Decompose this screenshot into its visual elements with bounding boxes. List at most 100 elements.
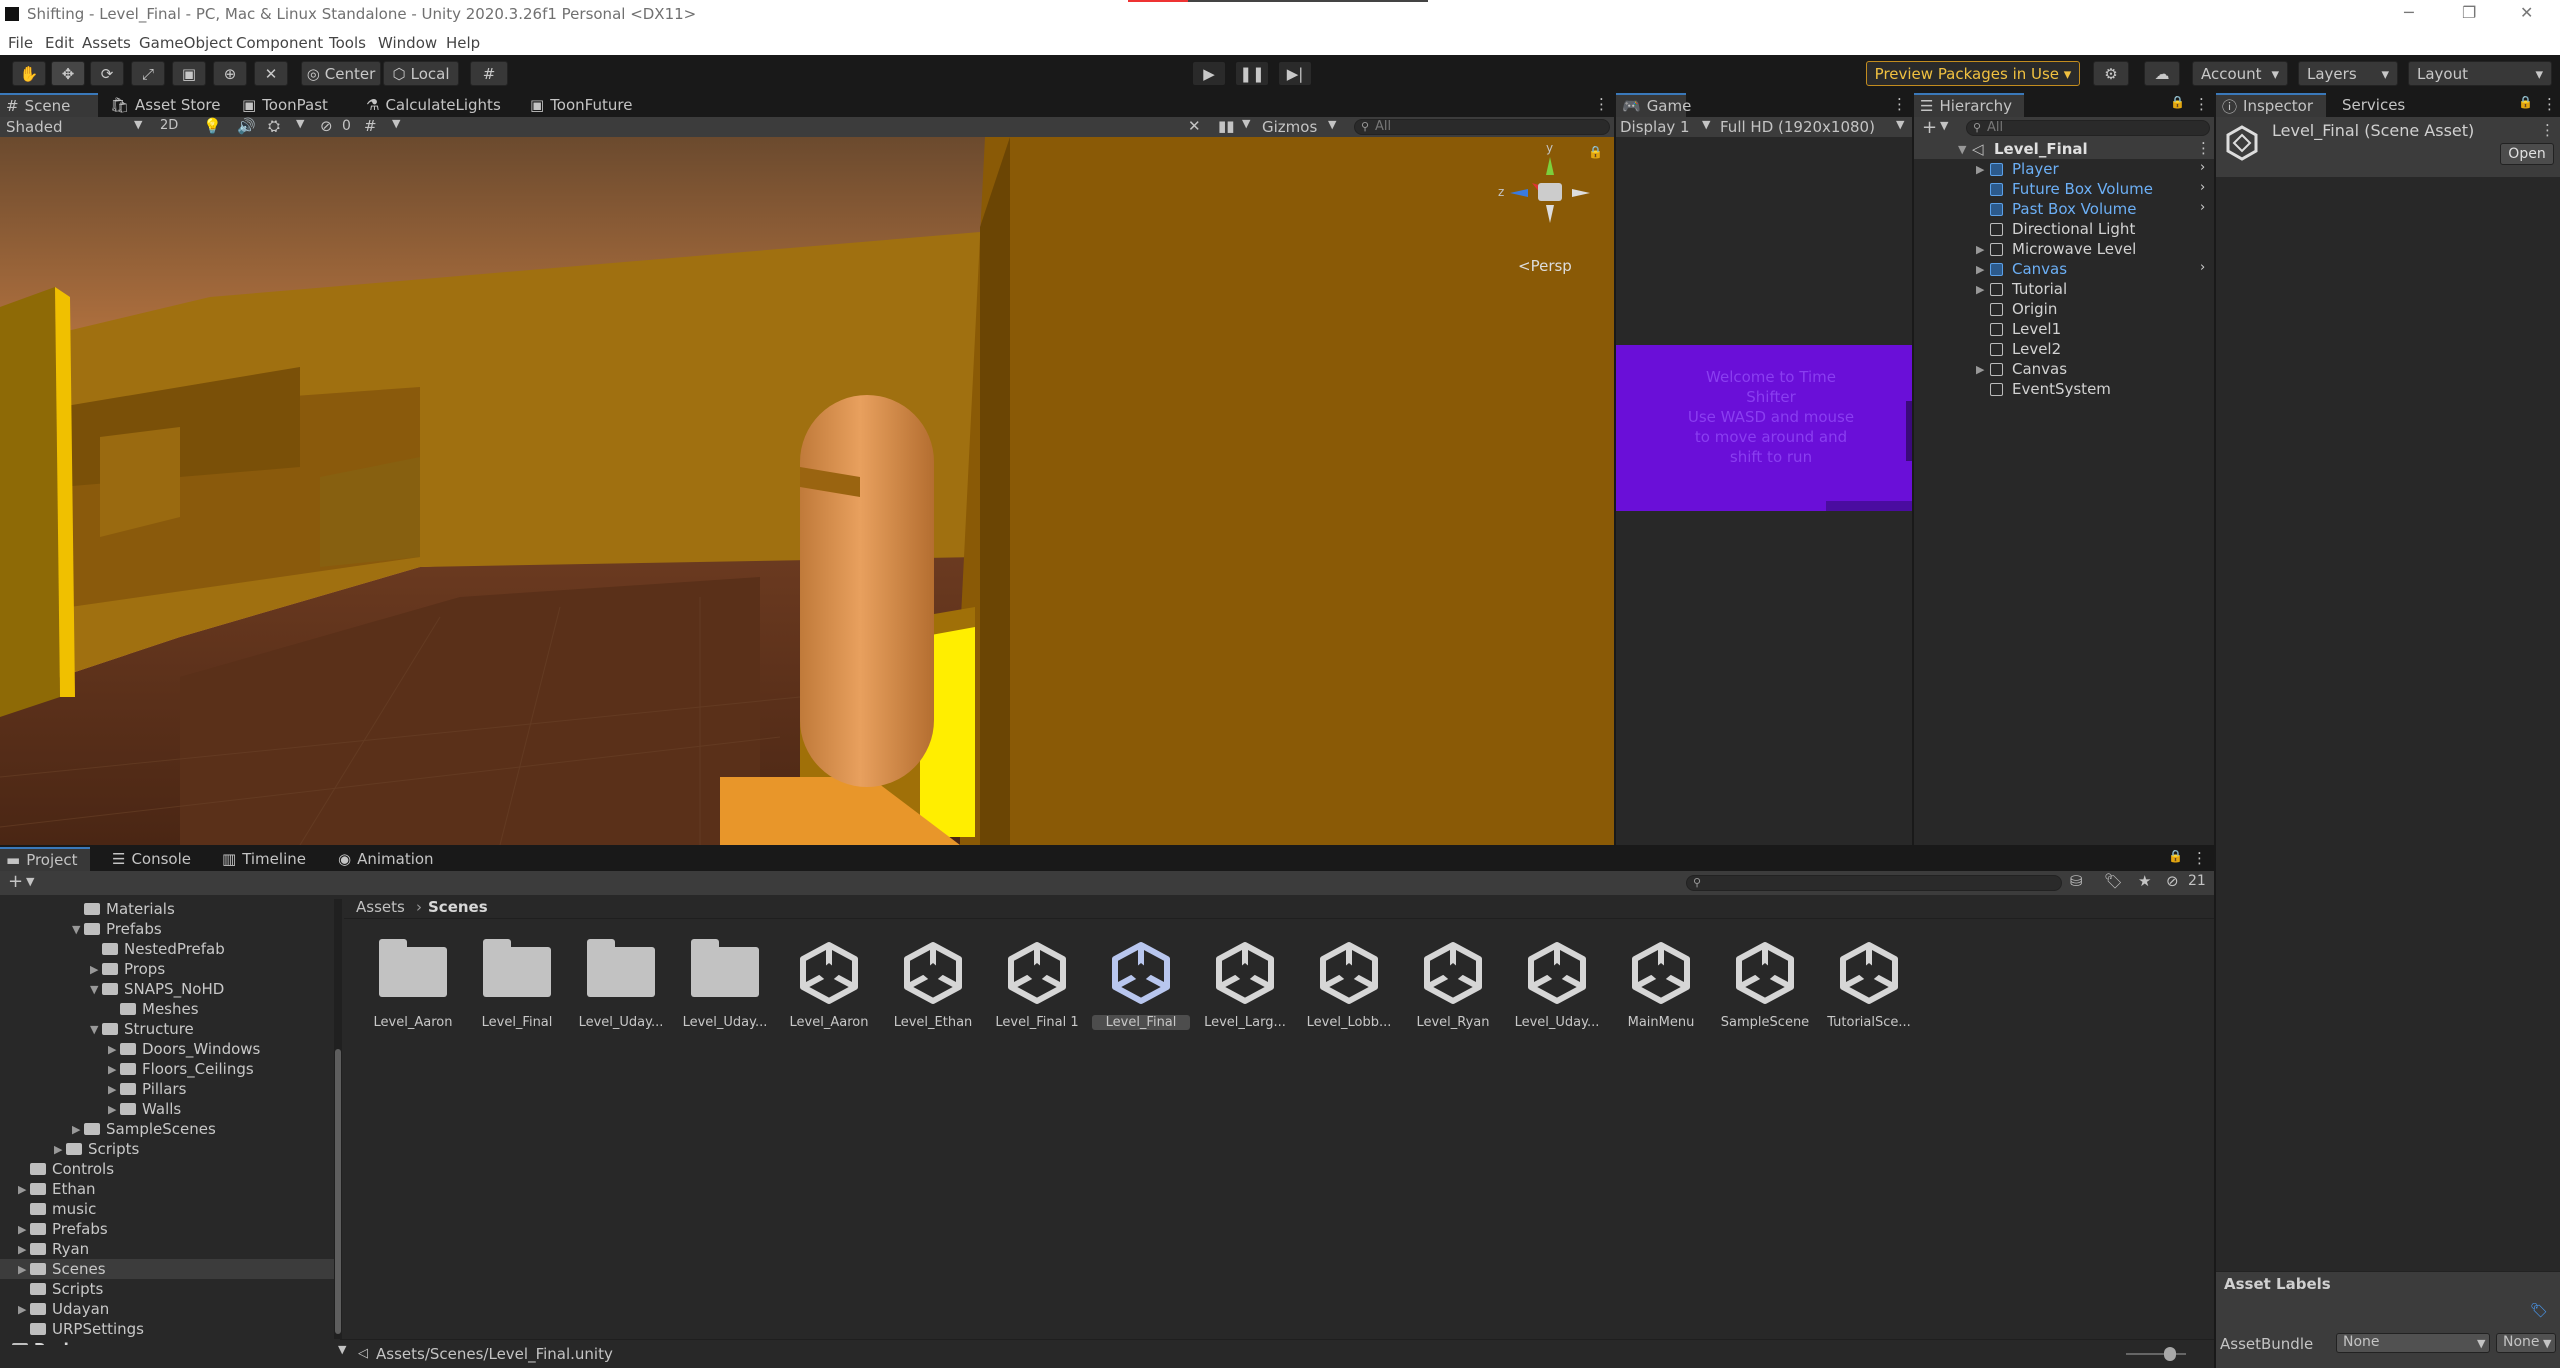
- more-icon[interactable]: ⋮: [2196, 139, 2211, 157]
- expand-arrow-icon[interactable]: ▶: [108, 1083, 116, 1096]
- collapse-arrow-icon[interactable]: ▼: [90, 1023, 98, 1036]
- tab-scene[interactable]: # Scene: [0, 93, 98, 117]
- assetbundle-dropdown[interactable]: None ▼: [2336, 1333, 2490, 1353]
- chevron-down-icon[interactable]: ▼: [1940, 119, 1948, 132]
- expand-arrow-icon[interactable]: ▶: [108, 1063, 116, 1076]
- effects-icon[interactable]: ⛭: [268, 117, 280, 135]
- expand-arrow-icon[interactable]: ▶: [1976, 283, 1984, 296]
- preview-packages-button[interactable]: Preview Packages in Use ▾: [1866, 61, 2080, 86]
- rotate-tool-button[interactable]: ⟳: [90, 61, 124, 86]
- folder-tree-item[interactable]: ▶ Walls: [0, 1099, 334, 1119]
- scale-tool-button[interactable]: ⤢: [131, 61, 165, 86]
- hidden-objects-icon[interactable]: ⊘: [320, 117, 333, 135]
- more-icon[interactable]: ⋮: [1892, 95, 1907, 113]
- pivot-center-button[interactable]: ◎ Center: [301, 61, 381, 86]
- more-icon[interactable]: ⋮: [2542, 95, 2557, 113]
- tab-asset-store[interactable]: 🛍 Asset Store: [104, 93, 224, 117]
- breadcrumb-scenes[interactable]: Scenes: [428, 898, 488, 916]
- add-icon[interactable]: +: [8, 871, 23, 892]
- hierarchy-item[interactable]: Level1: [1914, 319, 2214, 339]
- expand-arrow-icon[interactable]: ▶: [1976, 243, 1984, 256]
- open-prefab-arrow-icon[interactable]: ›: [2200, 180, 2205, 195]
- transform-tool-button[interactable]: ⊕: [213, 61, 247, 86]
- icon-size-slider-thumb[interactable]: [2164, 1347, 2176, 1361]
- more-icon[interactable]: ⋮: [2194, 95, 2209, 113]
- expand-arrow-icon[interactable]: ▶: [108, 1043, 116, 1056]
- folder-tree-item[interactable]: ▶ Packages: [0, 1339, 334, 1345]
- tab-game[interactable]: 🎮 Game: [1616, 93, 1691, 117]
- filter-label-icon[interactable]: 🏷: [2104, 872, 2123, 890]
- tree-scrollbar[interactable]: [334, 899, 342, 1339]
- asset-scene-item[interactable]: Level_Ryan: [1404, 939, 1502, 1030]
- scene-search-input[interactable]: ⚲ All: [1354, 119, 1610, 135]
- folder-tree-item[interactable]: ▶ SampleScenes: [0, 1119, 334, 1139]
- collapse-arrow-icon[interactable]: ▼: [90, 983, 98, 996]
- persp-toggle[interactable]: <Persp: [1518, 257, 1572, 275]
- lock-icon[interactable]: 🔒: [1588, 145, 1603, 159]
- hierarchy-item[interactable]: ▶ Tutorial: [1914, 279, 2214, 299]
- open-prefab-arrow-icon[interactable]: ›: [2200, 260, 2205, 275]
- step-button[interactable]: ▶|: [1278, 61, 1312, 86]
- label-tag-icon[interactable]: 🏷: [2530, 1303, 2548, 1319]
- menu-tools[interactable]: Tools: [329, 34, 366, 52]
- icon-size-slider[interactable]: [2126, 1347, 2186, 1361]
- layout-dropdown[interactable]: Layout ▾: [2408, 61, 2552, 86]
- folder-tree-item[interactable]: ▼ Structure: [0, 1019, 334, 1039]
- grid-snap-button[interactable]: #: [470, 61, 508, 86]
- toggle-2d-button[interactable]: 2D: [160, 118, 178, 133]
- expand-arrow-icon[interactable]: ▶: [54, 1143, 62, 1156]
- audio-icon[interactable]: 🔊: [237, 117, 256, 135]
- expand-arrow-icon[interactable]: ▶: [0, 1343, 8, 1345]
- favorite-icon[interactable]: ★: [2138, 872, 2151, 890]
- expand-arrow-icon[interactable]: ▶: [1976, 163, 1984, 176]
- more-icon[interactable]: ⋮: [2540, 121, 2555, 139]
- folder-tree-item[interactable]: ▼ Prefabs: [0, 919, 334, 939]
- menu-window[interactable]: Window: [378, 34, 437, 52]
- folder-tree-item[interactable]: music: [0, 1199, 334, 1219]
- folder-tree-item[interactable]: ▶ Doors_Windows: [0, 1039, 334, 1059]
- asset-folder-item[interactable]: Level_Uday...: [676, 939, 774, 1030]
- breadcrumb-assets[interactable]: Assets: [356, 898, 405, 916]
- grid-visibility-icon[interactable]: #: [364, 117, 377, 135]
- folder-tree-item[interactable]: ▶ Scripts: [0, 1139, 334, 1159]
- asset-scene-item[interactable]: Level_Aaron: [780, 939, 878, 1030]
- menu-gameobject[interactable]: GameObject: [139, 34, 233, 52]
- expand-arrow-icon[interactable]: ▶: [90, 963, 98, 976]
- expand-arrow-icon[interactable]: ▶: [18, 1243, 26, 1256]
- asset-scene-item[interactable]: Level_Final 1: [988, 939, 1086, 1030]
- folder-tree-item[interactable]: ▶ Floors_Ceilings: [0, 1059, 334, 1079]
- tab-timeline[interactable]: ▥ Timeline: [216, 847, 316, 871]
- menu-edit[interactable]: Edit: [45, 34, 74, 52]
- tab-console[interactable]: ☰ Console: [106, 847, 206, 871]
- scene-viewport[interactable]: y z 🔒 <Persp: [0, 137, 1614, 845]
- tab-inspector[interactable]: ⓘ Inspector: [2216, 93, 2326, 117]
- camera-icon[interactable]: ▮▮: [1218, 117, 1235, 135]
- space-local-button[interactable]: ⬡ Local: [383, 61, 459, 86]
- hierarchy-item[interactable]: ▶ Microwave Level: [1914, 239, 2214, 259]
- more-icon[interactable]: ⋮: [1594, 95, 1609, 113]
- menu-help[interactable]: Help: [446, 34, 480, 52]
- tools-icon[interactable]: ✕: [1188, 117, 1201, 135]
- chevron-down-icon[interactable]: ▼: [392, 117, 400, 130]
- hierarchy-item[interactable]: Level2: [1914, 339, 2214, 359]
- cloud-button[interactable]: ☁: [2144, 61, 2180, 86]
- expand-arrow-icon[interactable]: ▶: [18, 1183, 26, 1196]
- folder-tree-item[interactable]: ▶ Pillars: [0, 1079, 334, 1099]
- menu-file[interactable]: File: [8, 34, 33, 52]
- orientation-gizmo[interactable]: y z 🔒: [1490, 141, 1603, 235]
- asset-folder-item[interactable]: Level_Uday...: [572, 939, 670, 1030]
- folder-tree-item[interactable]: ▶ Ethan: [0, 1179, 334, 1199]
- chevron-down-icon[interactable]: ▼: [1242, 117, 1250, 130]
- lock-icon[interactable]: 🔒: [2168, 849, 2183, 863]
- asset-scene-item[interactable]: Level_Larg...: [1196, 939, 1294, 1030]
- chevron-down-icon[interactable]: ▼: [296, 117, 304, 130]
- collapse-arrow-icon[interactable]: ▼: [72, 923, 80, 936]
- chevron-down-icon[interactable]: ▼: [26, 875, 34, 888]
- expand-arrow-icon[interactable]: ▶: [108, 1103, 116, 1116]
- filter-type-icon[interactable]: ⛁: [2070, 872, 2083, 890]
- asset-folder-item[interactable]: Level_Final: [468, 939, 566, 1030]
- tab-hierarchy[interactable]: ☰ Hierarchy: [1914, 93, 2024, 117]
- tab-project[interactable]: ▬ Project: [0, 847, 90, 871]
- restore-icon[interactable]: ❐: [2462, 3, 2476, 22]
- menu-component[interactable]: Component: [236, 34, 323, 52]
